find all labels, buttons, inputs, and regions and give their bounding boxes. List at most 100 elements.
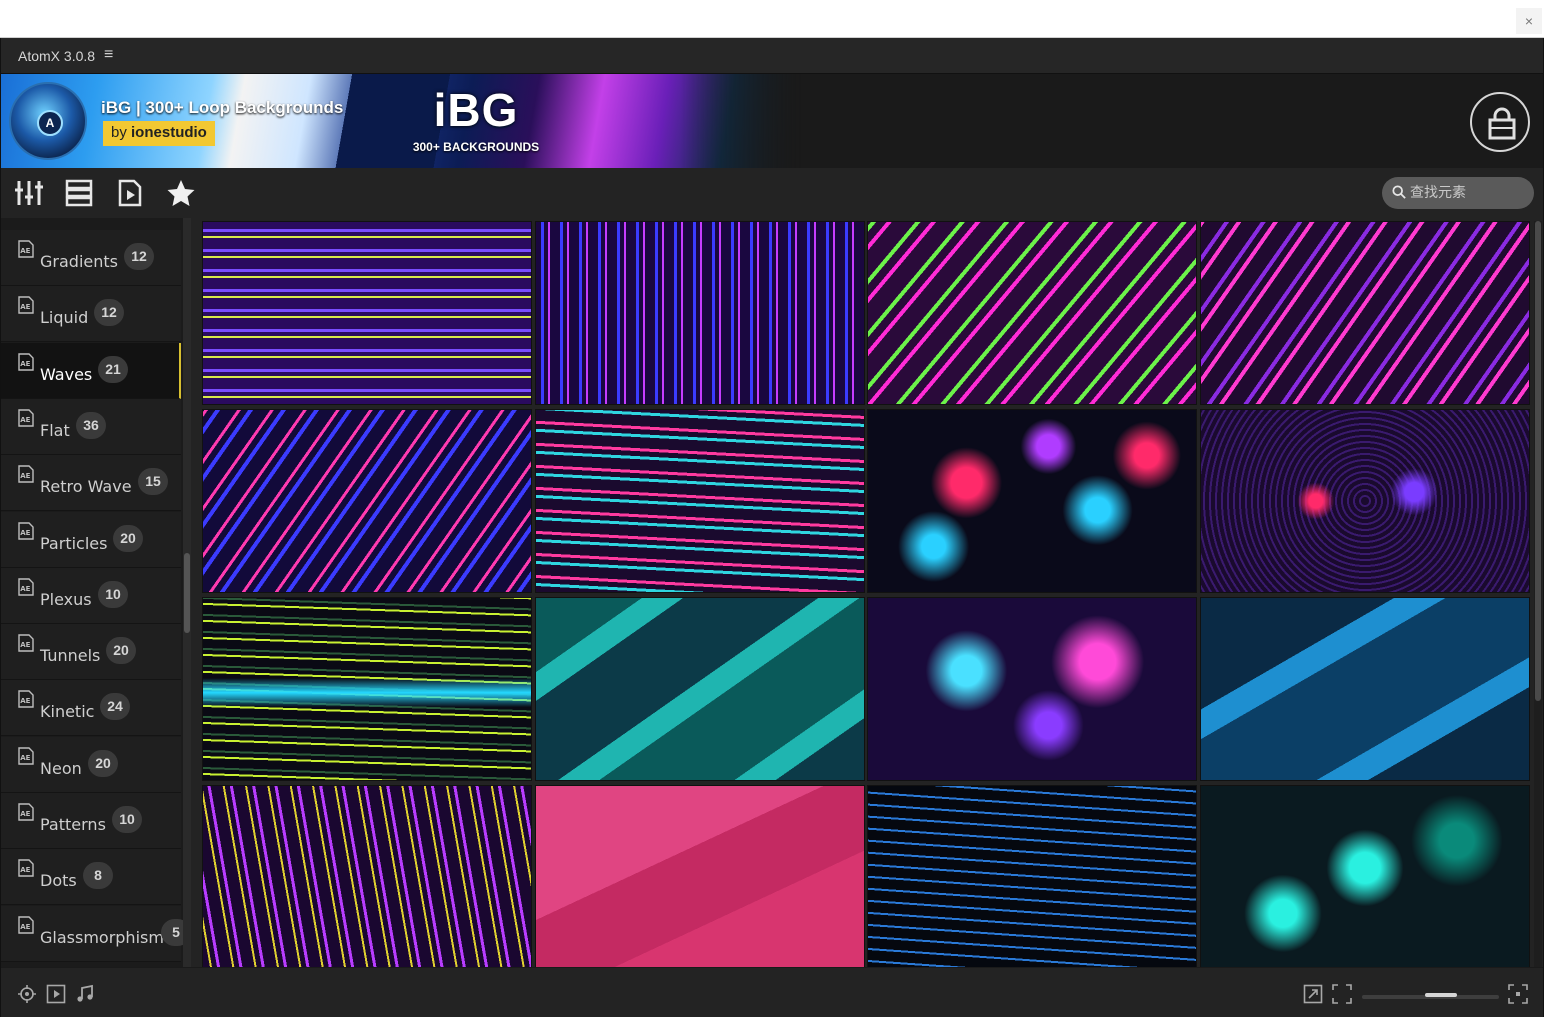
fit-icon[interactable]	[1332, 984, 1352, 1004]
ae-file-icon: AE	[18, 634, 34, 652]
atomx-logo: A	[9, 82, 87, 160]
thumbnail-pink-flat[interactable]	[534, 785, 865, 967]
ae-file-icon: AE	[18, 409, 34, 427]
thumbnail-diagonal-magenta[interactable]	[1199, 221, 1530, 405]
zoom-slider[interactable]	[1362, 993, 1499, 999]
bottom-bar	[1, 967, 1543, 1017]
sidebar-item-count: 12	[94, 299, 124, 327]
thumbnail-liquid-web[interactable]	[867, 409, 1197, 593]
svg-text:AE: AE	[20, 866, 30, 874]
svg-text:AE: AE	[20, 697, 30, 705]
sidebar-item-patterns[interactable]: AE Patterns 10	[1, 793, 181, 849]
thumbnail-teal-waves[interactable]	[534, 597, 865, 781]
thumbnail-fractal-swirl[interactable]	[867, 597, 1197, 781]
ae-file-icon: AE	[18, 521, 34, 540]
thumbnail-wavy-neon-horizontal[interactable]	[202, 597, 532, 781]
expand-icon[interactable]	[1303, 984, 1323, 1004]
sidebar-item-plexus[interactable]: AE Plexus 10	[1, 567, 181, 624]
thumbnail-horizontal-waves[interactable]	[534, 409, 865, 593]
thumbnail-diagonal-blue-pink[interactable]	[202, 409, 532, 593]
thumbnail-diagonal-pink-green[interactable]	[867, 221, 1197, 405]
sidebar-item-label: Gradients	[40, 252, 118, 271]
ae-file-icon: AE	[18, 352, 34, 371]
svg-text:AE: AE	[20, 641, 30, 649]
ae-file-icon: AE	[18, 240, 34, 258]
fullscreen-icon[interactable]	[1508, 984, 1528, 1004]
search-input[interactable]	[1410, 183, 1528, 203]
sidebar-item-neon[interactable]: AE Neon 20	[1, 736, 181, 793]
ae-file-icon: AE	[18, 859, 34, 877]
thumbnail-vertical-wavy-lines[interactable]	[202, 785, 532, 967]
sidebar-item-tunnels[interactable]: AE Tunnels 20	[1, 624, 181, 681]
sidebar-item-count: 21	[98, 355, 128, 383]
sidebar-item-flat[interactable]: AE Flat 36	[1, 398, 181, 455]
star-icon[interactable]	[166, 178, 196, 208]
thumbnail-neon-horizontal-lines[interactable]	[202, 221, 532, 405]
sidebar-item-glassmorphism[interactable]: AE Glassmorphism 5	[1, 905, 191, 962]
sliders-icon[interactable]	[14, 178, 44, 208]
search-box[interactable]	[1382, 177, 1534, 209]
sidebar-item-label: Glassmorphism	[40, 927, 164, 947]
sidebar-item-waves[interactable]: AE Waves 21	[1, 342, 181, 399]
thumbnail-blue-line-waves[interactable]	[867, 785, 1197, 967]
author-name: ionestudio	[131, 124, 207, 141]
ae-file-icon: AE	[18, 690, 34, 709]
list-view-icon[interactable]	[64, 178, 94, 208]
shopping-bag-icon	[1488, 107, 1516, 140]
sidebar-item-count: 24	[100, 693, 130, 721]
svg-text:AE: AE	[20, 923, 30, 931]
zoom-slider-handle[interactable]	[1425, 993, 1457, 997]
thumbnail-grid	[202, 221, 1532, 967]
sidebar-item-count: 12	[124, 243, 154, 270]
play-icon[interactable]	[46, 984, 66, 1004]
grid-scroll-thumb[interactable]	[1535, 221, 1541, 701]
pack-author-badge[interactable]: by ionestudio	[103, 121, 215, 146]
svg-text:AE: AE	[20, 303, 30, 311]
sidebar-item-label: Liquid	[40, 308, 89, 328]
system-top-strip: ×	[0, 0, 1544, 38]
close-icon[interactable]: ×	[1516, 8, 1542, 34]
pack-title: iBG | 300+ Loop Backgrounds	[101, 98, 344, 117]
app-title: AtomX 3.0.8	[18, 48, 96, 64]
ae-file-icon: AE	[18, 578, 34, 596]
sidebar-item-dots[interactable]: AE Dots 8	[1, 849, 181, 906]
hamburger-menu-icon[interactable]: ≡	[104, 46, 113, 64]
sidebar-item-kinetic[interactable]: AE Kinetic 24	[1, 680, 181, 737]
sidebar-item-label: Dots	[40, 871, 77, 891]
sidebar-scroll-thumb[interactable]	[184, 553, 190, 633]
svg-text:AE: AE	[20, 585, 30, 593]
preview-file-icon[interactable]	[115, 178, 145, 208]
ae-file-icon: AE	[18, 296, 34, 314]
svg-text:AE: AE	[20, 247, 30, 255]
sidebar-item-gradients[interactable]: AE Gradients 12	[1, 230, 181, 286]
svg-text:AE: AE	[20, 472, 30, 480]
sidebar-item-label: Flat	[40, 420, 70, 440]
sidebar-item-liquid[interactable]: AE Liquid 12	[1, 286, 181, 343]
sidebar-item-label: Patterns	[40, 815, 106, 834]
ae-file-icon: AE	[18, 915, 34, 934]
pack-banner: A iBG | 300+ Loop Backgrounds by ionestu…	[1, 74, 1543, 168]
sidebar-item-count: 20	[106, 637, 136, 665]
thumbnail-blue-waves[interactable]	[1199, 597, 1530, 781]
music-icon[interactable]	[75, 984, 95, 1004]
search-icon	[1392, 185, 1406, 199]
sidebar-item-label: Retro Wave	[40, 477, 132, 497]
svg-text:AE: AE	[20, 416, 30, 424]
grid-scrollbar[interactable]	[1534, 221, 1542, 967]
logo-letter: A	[37, 110, 63, 136]
svg-text:AE: AE	[20, 360, 30, 368]
sidebar-item-count: 10	[112, 806, 142, 833]
category-sidebar: AE Gradients 12 AE Liquid 12 AE Waves 21 AE Flat 36…	[1, 218, 191, 967]
target-icon[interactable]	[17, 984, 37, 1004]
sidebar-scrollbar[interactable]	[183, 218, 191, 967]
sidebar-item-particles[interactable]: AE Particles 20	[1, 511, 181, 568]
store-bag-button[interactable]	[1470, 92, 1530, 152]
sidebar-item-count: 20	[88, 749, 118, 777]
thumbnail-cyan-liquid[interactable]	[1199, 785, 1530, 967]
ae-file-icon: AE	[18, 803, 34, 821]
thumbnail-liquid-dense[interactable]	[1199, 409, 1530, 593]
sidebar-item-label: Neon	[40, 758, 82, 778]
sidebar-item-retro-wave[interactable]: AE Retro Wave 15	[1, 455, 181, 512]
sidebar-item-label: Plexus	[40, 589, 92, 609]
thumbnail-neon-vertical-lines[interactable]	[534, 221, 865, 405]
